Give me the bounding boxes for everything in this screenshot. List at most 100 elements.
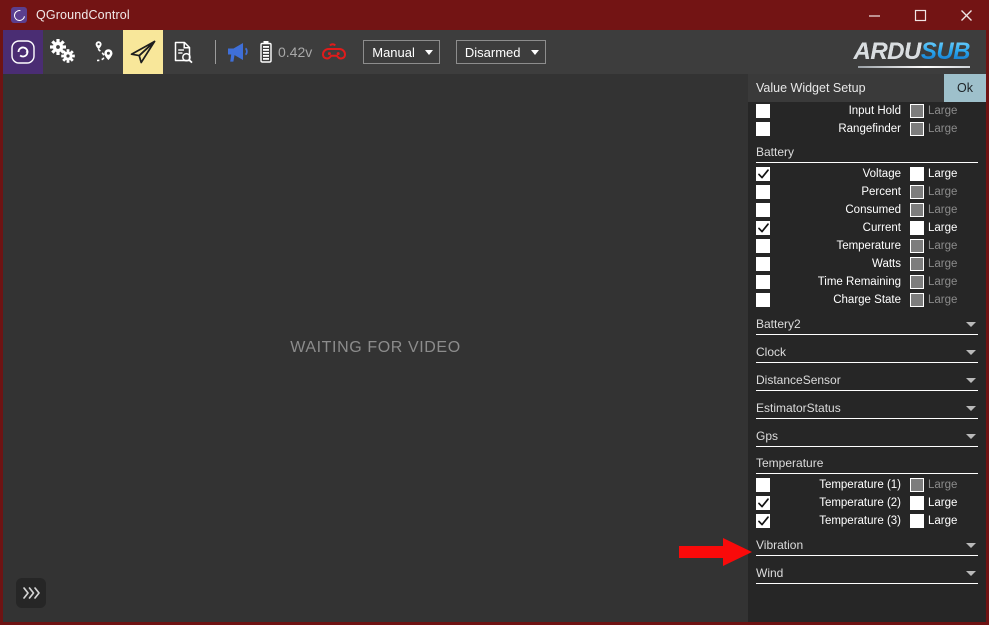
main-toolbar: 0.42v Manual Disarmed ARDUSUB	[3, 30, 986, 74]
large-checkbox[interactable]	[910, 257, 924, 271]
value-row[interactable]: ConsumedLarge	[756, 201, 978, 219]
fly-paperplane-icon[interactable]	[123, 30, 163, 74]
chevron-down-icon[interactable]	[966, 350, 976, 355]
large-checkbox[interactable]	[910, 293, 924, 307]
plan-waypoints-icon[interactable]	[83, 30, 123, 74]
value-label: Consumed	[770, 204, 910, 216]
large-checkbox[interactable]	[910, 221, 924, 235]
gamepad-icon[interactable]	[321, 42, 347, 62]
section-divider	[756, 446, 978, 447]
section-header-collapsed[interactable]: Gps	[756, 421, 978, 446]
value-label: Percent	[770, 186, 910, 198]
section-divider	[756, 473, 978, 474]
large-option[interactable]: Large	[910, 478, 978, 492]
value-row[interactable]: TemperatureLarge	[756, 237, 978, 255]
section-header-collapsed[interactable]: EstimatorStatus	[756, 393, 978, 418]
settings-gears-icon[interactable]	[43, 30, 83, 74]
value-checkbox[interactable]	[756, 167, 770, 181]
triple-chevron-right-icon[interactable]	[16, 578, 46, 608]
value-row[interactable]: Input HoldLarge	[756, 102, 978, 120]
value-row[interactable]: Temperature (3)Large	[756, 512, 978, 530]
value-label: Temperature (3)	[770, 515, 910, 527]
section-divider	[756, 362, 978, 363]
value-row[interactable]: PercentLarge	[756, 183, 978, 201]
large-checkbox[interactable]	[910, 478, 924, 492]
ok-button[interactable]: Ok	[944, 74, 986, 102]
value-checkbox[interactable]	[756, 275, 770, 289]
large-option[interactable]: Large	[910, 514, 978, 528]
video-panel: WAITING FOR VIDEO	[3, 74, 748, 622]
section-divider	[756, 555, 978, 556]
chevron-down-icon[interactable]	[966, 434, 976, 439]
section-title: Wind	[756, 566, 783, 580]
value-row[interactable]: Temperature (1)Large	[756, 476, 978, 494]
large-option[interactable]: Large	[910, 239, 978, 253]
value-checkbox[interactable]	[756, 257, 770, 271]
value-checkbox[interactable]	[756, 496, 770, 510]
large-checkbox[interactable]	[910, 514, 924, 528]
value-label: Input Hold	[770, 105, 910, 117]
value-label: Voltage	[770, 168, 910, 180]
value-row[interactable]: Time RemainingLarge	[756, 273, 978, 291]
value-checkbox[interactable]	[756, 239, 770, 253]
value-checkbox[interactable]	[756, 185, 770, 199]
value-checkbox[interactable]	[756, 104, 770, 118]
large-option[interactable]: Large	[910, 257, 978, 271]
analyze-document-icon[interactable]	[163, 30, 203, 74]
chevron-down-icon[interactable]	[966, 406, 976, 411]
value-checkbox[interactable]	[756, 293, 770, 307]
large-checkbox[interactable]	[910, 275, 924, 289]
value-checkbox[interactable]	[756, 478, 770, 492]
large-option[interactable]: Large	[910, 167, 978, 181]
section-header-collapsed[interactable]: Vibration	[756, 530, 978, 555]
large-option[interactable]: Large	[910, 104, 978, 118]
section-header-collapsed[interactable]: Clock	[756, 337, 978, 362]
value-label: Time Remaining	[770, 276, 910, 288]
large-option[interactable]: Large	[910, 203, 978, 217]
large-option[interactable]: Large	[910, 122, 978, 136]
minimize-icon[interactable]	[851, 0, 897, 30]
large-checkbox[interactable]	[910, 167, 924, 181]
large-checkbox[interactable]	[910, 203, 924, 217]
battery-voltage-value: 0.42v	[278, 44, 312, 60]
chevron-down-icon[interactable]	[966, 378, 976, 383]
large-checkbox[interactable]	[910, 122, 924, 136]
section-header-collapsed[interactable]: DistanceSensor	[756, 365, 978, 390]
chevron-down-icon[interactable]	[966, 571, 976, 576]
value-row[interactable]: Temperature (2)Large	[756, 494, 978, 512]
chevron-down-icon[interactable]	[966, 322, 976, 327]
value-checkbox[interactable]	[756, 514, 770, 528]
close-icon[interactable]	[943, 0, 989, 30]
section-title: Battery	[756, 138, 978, 162]
large-option[interactable]: Large	[910, 275, 978, 289]
megaphone-icon[interactable]	[225, 40, 251, 64]
value-checkbox[interactable]	[756, 221, 770, 235]
large-label: Large	[928, 222, 957, 234]
large-checkbox[interactable]	[910, 185, 924, 199]
large-option[interactable]: Large	[910, 293, 978, 307]
battery-indicator[interactable]: 0.42v	[259, 40, 312, 64]
value-row[interactable]: CurrentLarge	[756, 219, 978, 237]
maximize-icon[interactable]	[897, 0, 943, 30]
value-row[interactable]: VoltageLarge	[756, 165, 978, 183]
value-checkbox[interactable]	[756, 203, 770, 217]
flight-mode-dropdown[interactable]: Manual	[363, 40, 440, 64]
large-checkbox[interactable]	[910, 239, 924, 253]
value-row[interactable]: Charge StateLarge	[756, 291, 978, 309]
large-option[interactable]: Large	[910, 221, 978, 235]
value-checkbox[interactable]	[756, 122, 770, 136]
arm-state-dropdown[interactable]: Disarmed	[456, 40, 546, 64]
large-checkbox[interactable]	[910, 104, 924, 118]
large-option[interactable]: Large	[910, 496, 978, 510]
value-row[interactable]: WattsLarge	[756, 255, 978, 273]
large-option[interactable]: Large	[910, 185, 978, 199]
video-status-text: WAITING FOR VIDEO	[290, 339, 461, 357]
section-header-collapsed[interactable]: Wind	[756, 558, 978, 583]
section-header-collapsed[interactable]: Battery2	[756, 309, 978, 334]
qgc-home-icon[interactable]	[3, 30, 43, 74]
section-title: EstimatorStatus	[756, 401, 841, 415]
chevron-down-icon[interactable]	[966, 543, 976, 548]
value-row[interactable]: RangefinderLarge	[756, 120, 978, 138]
large-checkbox[interactable]	[910, 496, 924, 510]
value-label: Watts	[770, 258, 910, 270]
